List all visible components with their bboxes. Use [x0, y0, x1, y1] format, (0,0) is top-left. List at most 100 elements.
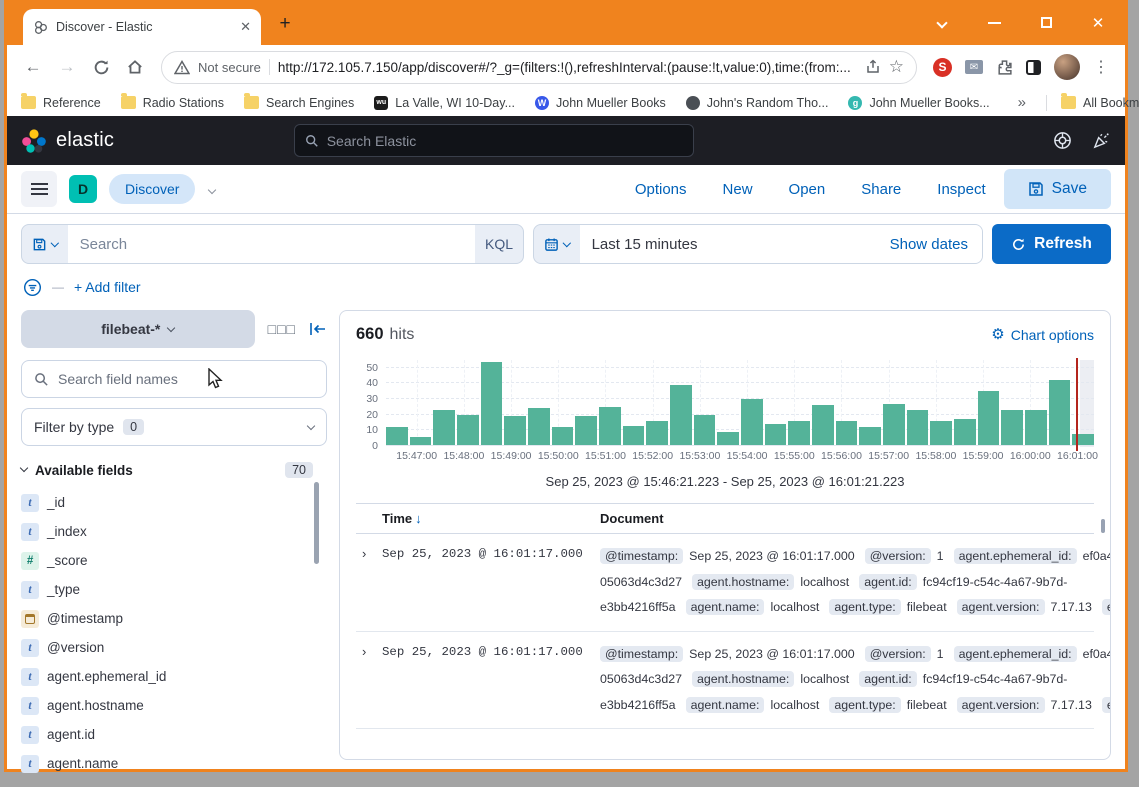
expand-row-icon[interactable]: ›: [356, 544, 382, 621]
bookmark-item[interactable]: WJohn Mueller Books: [535, 96, 666, 110]
histogram-bar[interactable]: [765, 424, 787, 446]
histogram-bar[interactable]: [433, 410, 455, 446]
global-search-input[interactable]: Search Elastic: [294, 124, 694, 157]
table-scrollbar[interactable]: [1101, 519, 1105, 533]
add-filter-button[interactable]: + Add filter: [74, 279, 141, 295]
menu-new-button[interactable]: New: [723, 181, 753, 198]
menu-inspect-button[interactable]: Inspect: [937, 181, 985, 198]
field-list-item[interactable]: tagent.id: [21, 720, 327, 749]
histogram-bar[interactable]: [859, 427, 881, 446]
breadcrumb[interactable]: Discover: [109, 174, 195, 204]
new-tab-button[interactable]: +: [273, 13, 297, 37]
kql-language-button[interactable]: KQL: [475, 225, 523, 263]
histogram-bar[interactable]: [907, 410, 929, 446]
histogram-bar[interactable]: [386, 427, 408, 446]
histogram-bar[interactable]: [694, 415, 716, 446]
histogram-bar[interactable]: [741, 399, 763, 446]
tab-close-icon[interactable]: ✕: [240, 19, 251, 35]
bookmark-item[interactable]: gJohn Mueller Books...: [848, 96, 989, 110]
extension-dark-mode-icon[interactable]: [1026, 60, 1041, 75]
browser-tab[interactable]: Discover - Elastic ✕: [23, 9, 261, 45]
field-list-item[interactable]: tagent.ephemeral_id: [21, 662, 327, 691]
field-list-item[interactable]: t_index: [21, 517, 327, 546]
filter-icon[interactable]: [23, 278, 42, 297]
histogram-bar[interactable]: [1049, 380, 1071, 446]
bookmark-star-icon[interactable]: ☆: [889, 57, 904, 77]
menu-options-button[interactable]: Options: [635, 181, 687, 198]
histogram-bar[interactable]: [575, 416, 597, 446]
tab-search-icon[interactable]: [931, 12, 953, 34]
show-dates-button[interactable]: Show dates: [876, 225, 982, 263]
histogram-bar[interactable]: [552, 427, 574, 446]
histogram-bar[interactable]: [717, 432, 739, 446]
histogram-bar[interactable]: [788, 421, 810, 446]
histogram-bar[interactable]: [836, 421, 858, 446]
maximize-button[interactable]: [1035, 12, 1057, 34]
field-list-item[interactable]: #_score: [21, 546, 327, 575]
elastic-logo[interactable]: elastic: [21, 128, 114, 154]
histogram-bar[interactable]: [978, 391, 1000, 446]
bookmarks-overflow-icon[interactable]: »: [1018, 94, 1026, 111]
field-list-item[interactable]: t@version: [21, 633, 327, 662]
save-button[interactable]: Save: [1004, 169, 1111, 209]
histogram-bar[interactable]: [599, 407, 621, 446]
field-list-item[interactable]: @timestamp: [21, 604, 327, 633]
available-fields-header[interactable]: Available fields 70: [21, 462, 327, 478]
space-badge[interactable]: D: [69, 175, 97, 203]
histogram-bar[interactable]: [883, 404, 905, 446]
profile-avatar[interactable]: [1054, 54, 1080, 80]
menu-share-button[interactable]: Share: [861, 181, 901, 198]
histogram-bar[interactable]: [1025, 410, 1047, 446]
back-icon[interactable]: ←: [19, 53, 47, 81]
menu-open-button[interactable]: Open: [789, 181, 826, 198]
not-secure-warning-icon[interactable]: [174, 60, 190, 75]
help-icon[interactable]: [1053, 131, 1072, 150]
close-button[interactable]: ✕: [1087, 12, 1109, 34]
field-list-item[interactable]: t_id: [21, 488, 327, 517]
field-list-item[interactable]: tagent.hostname: [21, 691, 327, 720]
refresh-button[interactable]: Refresh: [992, 224, 1111, 264]
chart-plot-area[interactable]: [386, 360, 1094, 446]
date-quick-menu-button[interactable]: [534, 225, 580, 263]
collapse-sidebar-icon[interactable]: [309, 321, 327, 337]
field-search-input[interactable]: Search field names: [21, 360, 327, 398]
index-pattern-options-icon[interactable]: □□□: [268, 321, 296, 337]
histogram-bar[interactable]: [504, 416, 526, 446]
bookmark-item[interactable]: John's Random Tho...: [686, 96, 829, 110]
histogram-bar[interactable]: [1001, 410, 1023, 446]
address-bar[interactable]: Not secure http://172.105.7.150/app/disc…: [161, 51, 917, 84]
bookmark-item[interactable]: wuLa Valle, WI 10-Day...: [374, 96, 515, 110]
histogram-bar[interactable]: [812, 405, 834, 446]
saved-query-menu-button[interactable]: [22, 225, 68, 263]
histogram-bar[interactable]: [954, 419, 976, 446]
histogram-bar[interactable]: [457, 415, 479, 446]
menu-hamburger-icon[interactable]: [21, 171, 57, 207]
home-icon[interactable]: [121, 53, 149, 81]
extension-s-icon[interactable]: S: [933, 58, 952, 77]
field-list-item[interactable]: tagent.name: [21, 749, 327, 778]
all-bookmarks-button[interactable]: All Bookmarks: [1061, 96, 1139, 110]
expand-row-icon[interactable]: ›: [356, 642, 382, 719]
bookmark-item[interactable]: Search Engines: [244, 96, 354, 110]
chrome-menu-icon[interactable]: ⋮: [1093, 57, 1109, 77]
bookmark-item[interactable]: Reference: [21, 96, 101, 110]
filter-by-type-select[interactable]: Filter by type 0: [21, 408, 327, 446]
chevron-down-icon[interactable]: [209, 180, 215, 198]
bookmark-item[interactable]: Radio Stations: [121, 96, 224, 110]
histogram-bar[interactable]: [930, 421, 952, 446]
forward-icon[interactable]: →: [53, 53, 81, 81]
sort-descending-icon[interactable]: ↓: [415, 511, 422, 526]
histogram-bar[interactable]: [623, 426, 645, 446]
histogram-bar[interactable]: [481, 362, 503, 446]
newsfeed-icon[interactable]: [1092, 131, 1111, 150]
minimize-button[interactable]: [983, 12, 1005, 34]
sidebar-scrollbar[interactable]: [314, 482, 319, 564]
time-column-header[interactable]: Time↓: [382, 511, 600, 526]
share-icon[interactable]: [865, 59, 881, 75]
reload-icon[interactable]: [87, 53, 115, 81]
histogram-bar[interactable]: [646, 421, 668, 446]
index-pattern-selector[interactable]: filebeat-*: [21, 310, 255, 348]
field-list-item[interactable]: t_type: [21, 575, 327, 604]
histogram-bar[interactable]: [528, 408, 550, 446]
extensions-puzzle-icon[interactable]: [996, 59, 1013, 76]
